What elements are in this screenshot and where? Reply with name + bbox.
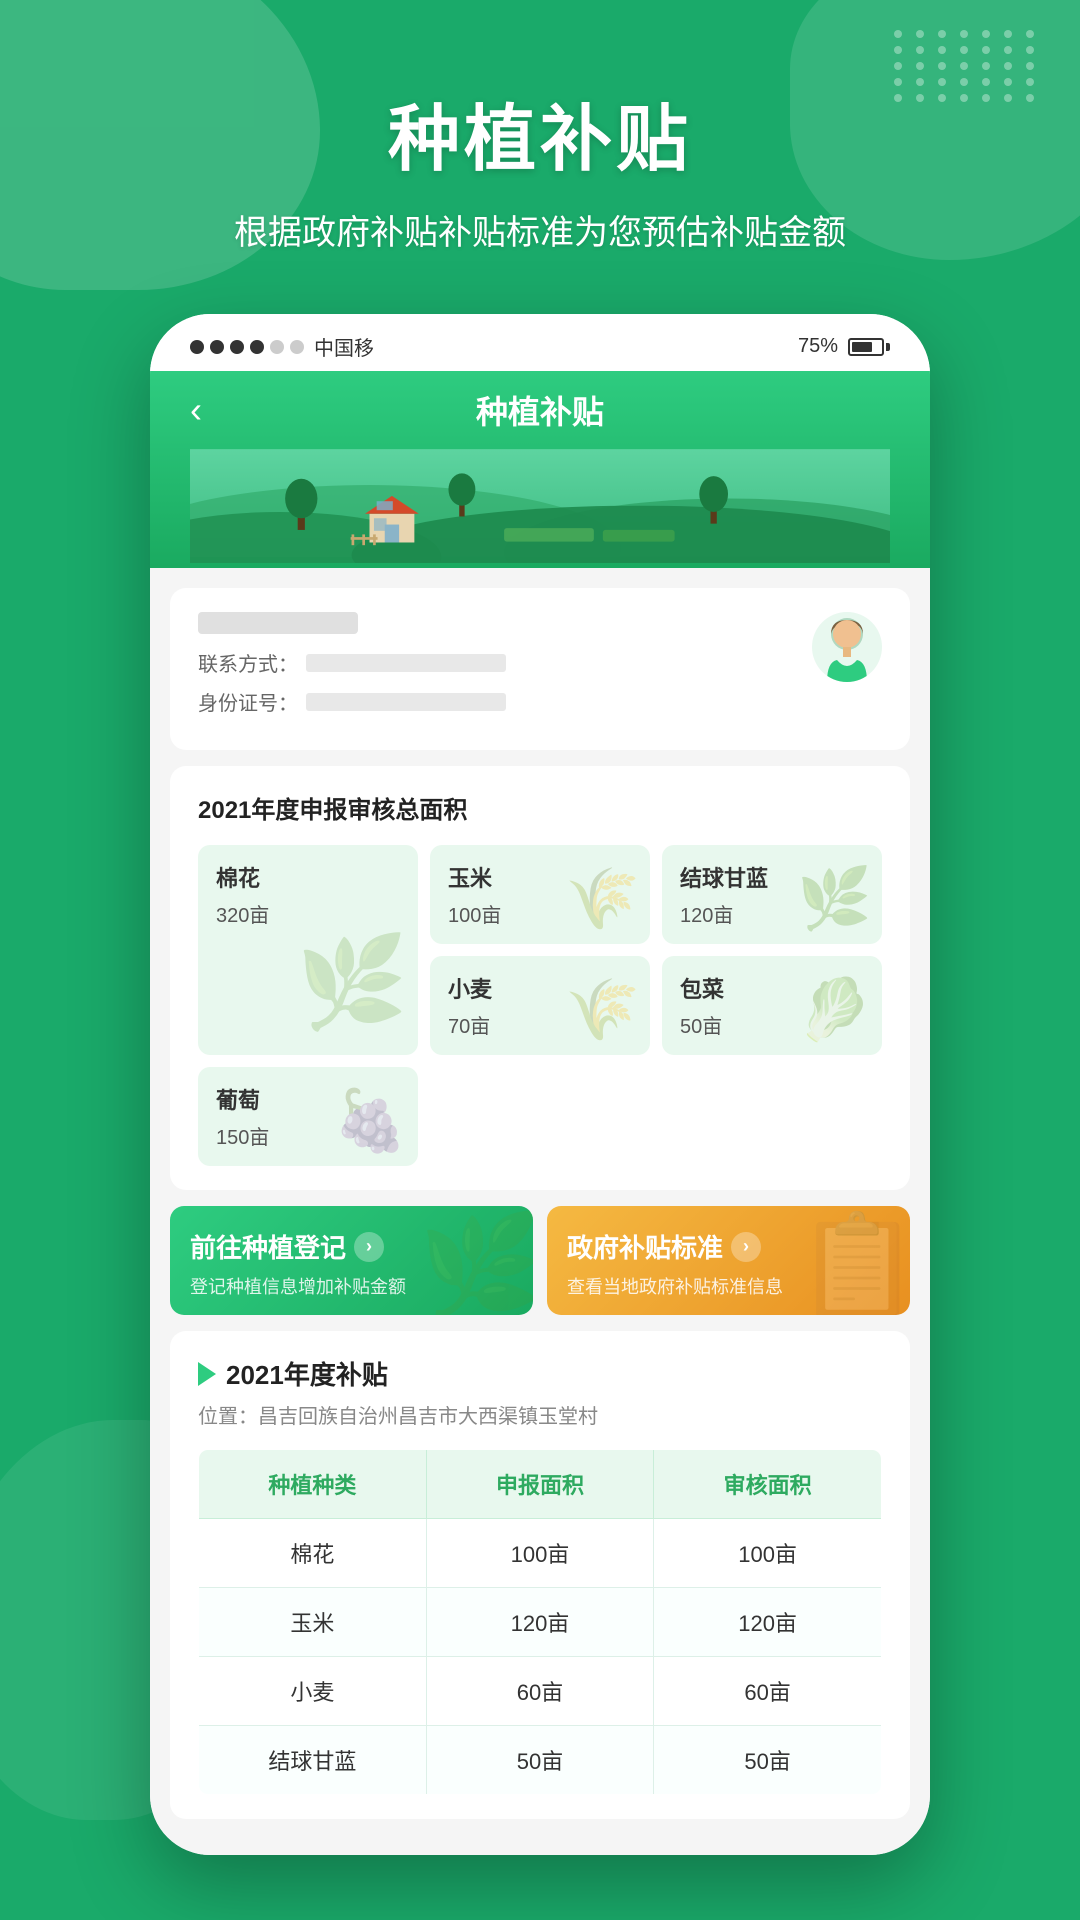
- subsidy-triangle-icon: [198, 1362, 216, 1386]
- contact-blur: [306, 654, 506, 672]
- table-row: 棉花100亩100亩: [199, 1519, 882, 1588]
- subsidy-year-title: 2021年度补贴: [226, 1355, 388, 1392]
- crop-icon-pakchoi: 🥬: [797, 974, 872, 1045]
- signal-dot-5: [270, 340, 284, 354]
- contact-label: 联系方式：: [198, 648, 298, 677]
- table-row: 结球甘蓝50亩50亩: [199, 1726, 882, 1795]
- table-cell-2-0: 小麦: [199, 1657, 427, 1726]
- status-bar: 中国移 75%: [150, 314, 930, 371]
- crop-area-cotton: 320亩: [216, 899, 400, 928]
- app-header-title: 种植补贴: [476, 387, 604, 433]
- table-cell-2-1: 60亩: [426, 1657, 654, 1726]
- subsidy-table: 种植种类 申报面积 审核面积 棉花100亩100亩玉米120亩120亩小麦60亩…: [198, 1449, 882, 1795]
- crop-icon-cotton: 🌿: [296, 930, 408, 1035]
- app-content: 联系方式： 身份证号：: [150, 568, 930, 1855]
- signal-dot-6: [290, 340, 304, 354]
- id-blur: [306, 693, 506, 711]
- table-body: 棉花100亩100亩玉米120亩120亩小麦60亩60亩结球甘蓝50亩50亩: [199, 1519, 882, 1795]
- register-button[interactable]: 前往种植登记 › 登记种植信息增加补贴金额 🌿: [170, 1206, 533, 1315]
- page-subtitle: 根据政府补贴补贴标准为您预估补贴金额: [234, 205, 846, 254]
- crop-card-wheat: 小麦 70亩 🌾: [430, 956, 650, 1055]
- area-section: 2021年度申报审核总面积 棉花 320亩 🌿 玉米 100亩 🌾: [170, 766, 910, 1190]
- col-crop-type: 种植种类: [199, 1450, 427, 1519]
- page-title: 种植补贴: [388, 80, 692, 185]
- table-row: 玉米120亩120亩: [199, 1588, 882, 1657]
- user-name-blur: [198, 612, 358, 634]
- battery-percent: 75%: [798, 335, 838, 358]
- table-cell-3-2: 50亩: [654, 1726, 882, 1795]
- table-row: 小麦60亩60亩: [199, 1657, 882, 1726]
- crop-icon-cabbage: 🌿: [797, 863, 872, 934]
- crop-icon-wheat: 🌾: [565, 974, 640, 1045]
- col-reported-area: 申报面积: [426, 1450, 654, 1519]
- standard-button[interactable]: 政府补贴标准 › 查看当地政府补贴标准信息 📋: [547, 1206, 910, 1315]
- phone-mockup: 中国移 75% ‹ 种植补贴: [150, 314, 930, 1855]
- user-id-row: 身份证号：: [198, 687, 812, 716]
- status-right: 75%: [798, 335, 890, 358]
- signal-dot-3: [230, 340, 244, 354]
- area-title: 2021年度申报审核总面积: [198, 790, 882, 825]
- user-info: 联系方式： 身份证号：: [198, 612, 812, 726]
- table-cell-3-1: 50亩: [426, 1726, 654, 1795]
- table-cell-0-0: 棉花: [199, 1519, 427, 1588]
- subsidy-header: 2021年度补贴: [198, 1355, 882, 1392]
- crop-card-corn: 玉米 100亩 🌾: [430, 845, 650, 944]
- signal-dot-2: [210, 340, 224, 354]
- battery-icon: [848, 338, 890, 356]
- app-header: ‹ 种植补贴: [150, 371, 930, 568]
- subsidy-section: 2021年度补贴 位置：昌吉回族自治州昌吉市大西渠镇玉堂村 种植种类 申报面积 …: [170, 1331, 910, 1819]
- table-cell-1-2: 120亩: [654, 1588, 882, 1657]
- standard-bg-icon: 📋: [795, 1208, 910, 1315]
- carrier-label: 中国移: [314, 332, 374, 361]
- subsidy-location: 位置：昌吉回族自治州昌吉市大西渠镇玉堂村: [198, 1400, 882, 1429]
- crop-card-grape: 葡萄 150亩 🍇: [198, 1067, 418, 1166]
- action-row: 前往种植登记 › 登记种植信息增加补贴金额 🌿 政府补贴标准 › 查看当地政府补…: [170, 1206, 910, 1315]
- user-avatar: [812, 612, 882, 682]
- register-arrow: ›: [354, 1232, 384, 1262]
- table-cell-0-1: 100亩: [426, 1519, 654, 1588]
- back-button[interactable]: ‹: [190, 389, 202, 431]
- table-cell-1-0: 玉米: [199, 1588, 427, 1657]
- crop-icon-grape: 🍇: [333, 1085, 408, 1156]
- id-label: 身份证号：: [198, 687, 298, 716]
- user-contact-row: 联系方式：: [198, 648, 812, 677]
- landscape-illustration: [190, 443, 890, 563]
- standard-arrow: ›: [731, 1232, 761, 1262]
- crop-card-cotton: 棉花 320亩 🌿: [198, 845, 418, 1055]
- table-header-row: 种植种类 申报面积 审核面积: [199, 1450, 882, 1519]
- table-cell-0-2: 100亩: [654, 1519, 882, 1588]
- signal-dot-1: [190, 340, 204, 354]
- signal-dot-4: [250, 340, 264, 354]
- table-cell-2-2: 60亩: [654, 1657, 882, 1726]
- crop-card-cabbage: 结球甘蓝 120亩 🌿: [662, 845, 882, 944]
- status-left: 中国移: [190, 332, 374, 361]
- crop-name-cotton: 棉花: [216, 861, 400, 893]
- table-cell-3-0: 结球甘蓝: [199, 1726, 427, 1795]
- crop-icon-corn: 🌾: [565, 863, 640, 934]
- col-reviewed-area: 审核面积: [654, 1450, 882, 1519]
- crop-card-pakchoi: 包菜 50亩 🥬: [662, 956, 882, 1055]
- user-card: 联系方式： 身份证号：: [170, 588, 910, 750]
- register-bg-icon: 🌿: [418, 1208, 533, 1315]
- crops-grid: 棉花 320亩 🌿 玉米 100亩 🌾 结球甘蓝 120亩: [198, 845, 882, 1166]
- table-cell-1-1: 120亩: [426, 1588, 654, 1657]
